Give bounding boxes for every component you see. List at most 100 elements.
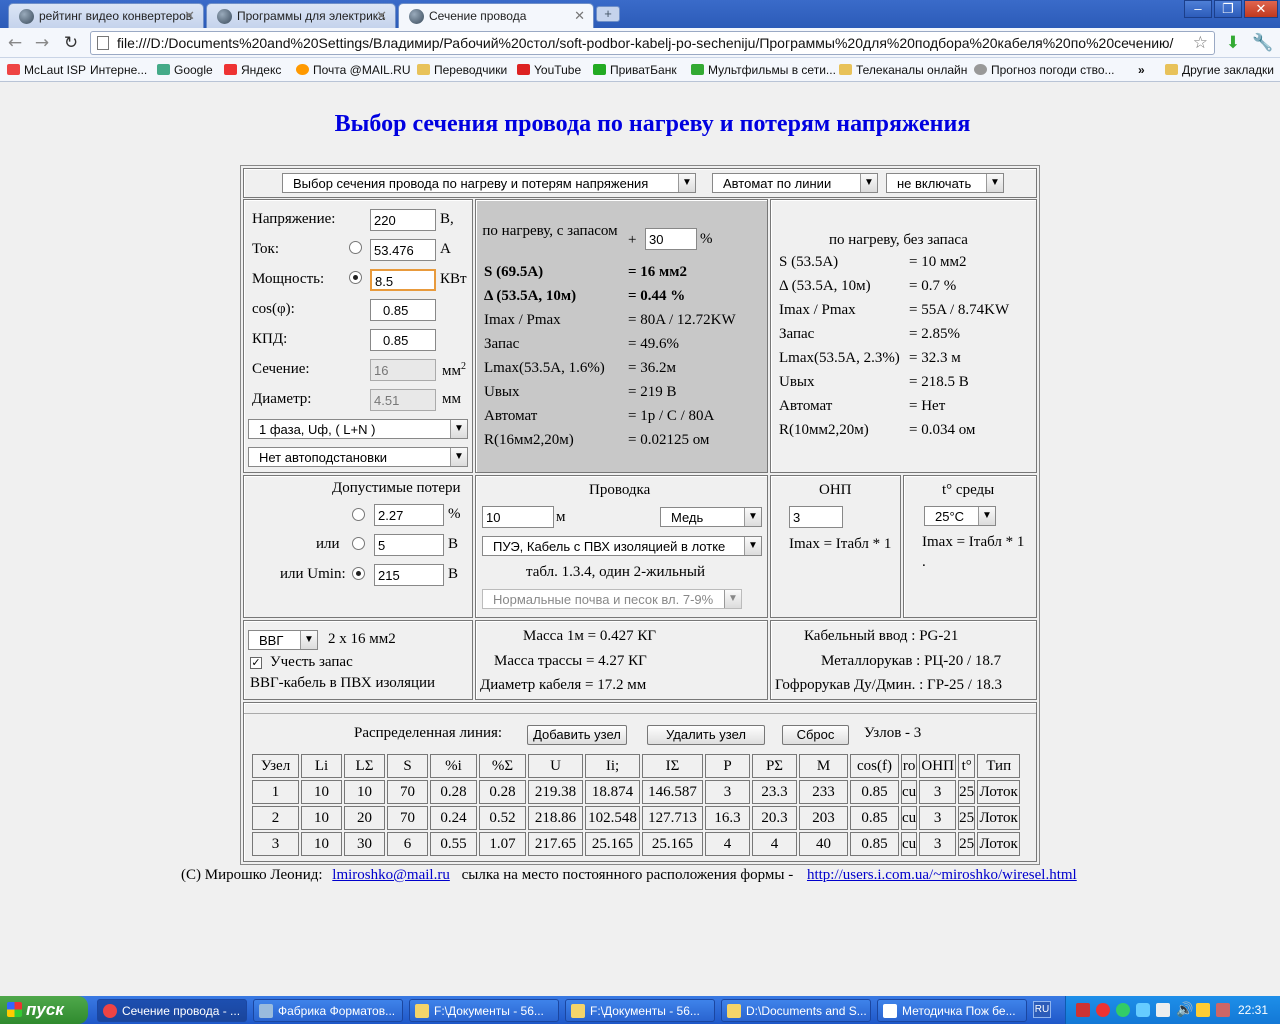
taskbar-item-chrome[interactable]: Сечение провода - ... (97, 999, 247, 1022)
taskbar-item-folder-1[interactable]: F:\Документы - 56... (409, 999, 559, 1022)
material-select[interactable]: Медь ▼ (660, 507, 762, 527)
no_reserve-value: = 32.3 м (909, 350, 961, 366)
wrench-icon[interactable]: 🔧 (1252, 32, 1274, 54)
bookmark-weather[interactable]: Прогноз погоди ство... (974, 63, 1115, 77)
tab-wire-section[interactable]: Сечение провода ✕ (398, 3, 594, 28)
cos-input[interactable]: 0.85 (370, 299, 436, 321)
permanent-url-link[interactable]: http://users.i.com.ua/~miroshko/wiresel.… (807, 867, 1077, 883)
table-cell: 6 (387, 832, 428, 856)
download-arrow-icon[interactable]: ⬇ (1222, 32, 1244, 54)
bookmark-google[interactable]: Google (157, 63, 213, 77)
chevron-down-icon: ▼ (978, 507, 995, 525)
ati-icon[interactable] (1096, 1003, 1110, 1017)
header-pct-i: %i (430, 754, 477, 778)
reload-icon[interactable]: ↻ (60, 32, 82, 54)
voltage-input[interactable]: 220 (370, 209, 436, 231)
page-icon (97, 36, 109, 50)
no_reserve-label: Автомат (779, 398, 833, 414)
remove-node-button[interactable]: Удалить узел (647, 725, 765, 745)
taskbar-item-word[interactable]: Методичка Пож бе... (877, 999, 1027, 1022)
onp-input[interactable]: 3 (789, 506, 843, 528)
nero-icon[interactable] (1216, 1003, 1230, 1017)
forward-arrow-icon[interactable]: → (31, 32, 53, 54)
start-button[interactable]: пуск (0, 996, 88, 1024)
safely-remove-icon[interactable] (1196, 1003, 1210, 1017)
losses-umin-radio[interactable] (352, 567, 365, 580)
bookmarks-overflow-button[interactable]: » (1138, 63, 1145, 77)
losses-volt-radio[interactable] (352, 537, 365, 550)
losses-percent-radio[interactable] (352, 508, 365, 521)
taskbar-item-folder-3[interactable]: D:\Documents and S... (721, 999, 871, 1022)
no_reserve-label: Imax / Pmax (779, 302, 856, 318)
bookmark-youtube[interactable]: YouTube (517, 63, 581, 77)
losses-percent-input[interactable]: 2.27 (374, 504, 444, 526)
table-cell: 2 (252, 806, 299, 830)
antivirus-icon[interactable] (1076, 1003, 1090, 1017)
language-indicator[interactable]: RU (1033, 1001, 1051, 1018)
bookmark-other[interactable]: Другие закладки (1165, 63, 1274, 77)
reset-button[interactable]: Сброс (782, 725, 849, 745)
network-icon[interactable] (1116, 1003, 1130, 1017)
bookmark-privatbank[interactable]: ПриватБанк (593, 63, 677, 77)
ambient-temp-select[interactable]: 25°C ▼ (924, 506, 996, 526)
bookmark-tv[interactable]: Телеканалы онлайн (839, 63, 967, 77)
bookmark-yandex[interactable]: Яндекс (224, 63, 281, 77)
table-cell: 102.548 (585, 806, 640, 830)
taskbar-item-format-factory[interactable]: Фабрика Форматов... (253, 999, 403, 1022)
power-input[interactable]: 8.5 (370, 269, 436, 291)
phase-select[interactable]: 1 фаза, Uф, ( L+N ) ▼ (248, 419, 468, 439)
monitor-icon[interactable] (1156, 1003, 1170, 1017)
new-tab-button[interactable]: + (596, 6, 620, 22)
with_reserve-label: Автомат (484, 408, 538, 424)
address-bar[interactable]: file:///D:/Documents%20and%20Settings/Вл… (90, 31, 1215, 55)
length-input[interactable]: 10 (482, 506, 554, 528)
close-icon[interactable]: ✕ (574, 8, 585, 24)
bookmark-internet[interactable]: Интерне... (90, 63, 147, 77)
author-email-link[interactable]: lmiroshko@mail.ru (332, 867, 450, 883)
google-icon (19, 9, 34, 24)
reserve-percent-input[interactable]: 30 (645, 228, 697, 250)
close-icon[interactable]: ✕ (376, 8, 387, 24)
bookmark-star-icon[interactable]: ☆ (1193, 33, 1208, 53)
table-cell: 3 (705, 780, 750, 804)
bookmark-mclaut[interactable]: McLaut ISP (7, 63, 86, 77)
table-cell: 0.55 (430, 832, 477, 856)
length-unit: м (556, 509, 566, 525)
folder-icon (1165, 64, 1178, 75)
table-cell: 23.3 (752, 780, 797, 804)
table-cell: Лоток (977, 780, 1021, 804)
power-radio[interactable] (349, 271, 362, 284)
maximize-button[interactable]: ❐ (1214, 0, 1242, 18)
minimize-button[interactable]: – (1184, 0, 1212, 18)
table-cell: 0.28 (430, 780, 477, 804)
breaker-select[interactable]: Автомат по линии ▼ (712, 173, 878, 193)
no_reserve-value: = 218.5 В (909, 374, 969, 390)
current-input[interactable]: 53.476 (370, 239, 436, 261)
reserve-checkbox[interactable]: ✓ (250, 657, 262, 669)
auto-substitution-select[interactable]: Нет автоподстановки ▼ (248, 447, 468, 467)
close-icon[interactable]: ✕ (184, 8, 195, 24)
add-node-button[interactable]: Добавить узел (527, 725, 627, 745)
kpd-input[interactable]: 0.85 (370, 329, 436, 351)
bookmark-translators[interactable]: Переводчики (417, 63, 507, 77)
mode-select[interactable]: Выбор сечения провода по нагреву и потер… (282, 173, 696, 193)
bookmark-cartoons[interactable]: Мультфильмы в сети... (691, 63, 836, 77)
current-radio[interactable] (349, 241, 362, 254)
installation-method-select[interactable]: ПУЭ, Кабель с ПВХ изоляцией в лотке ▼ (482, 536, 762, 556)
header-temp: t° (958, 754, 976, 778)
skype-icon[interactable] (1136, 1003, 1150, 1017)
include-select[interactable]: не включать ▼ (886, 173, 1004, 193)
window-close-button[interactable]: ✕ (1244, 0, 1278, 18)
bookmark-mail[interactable]: Почта @MAIL.RU (296, 63, 411, 77)
tab-electrician-programs[interactable]: Программы для электрика ✕ (206, 3, 396, 28)
taskbar: пуск Сечение провода - ... Фабрика Форма… (0, 996, 1280, 1024)
volume-icon[interactable]: 🔊 (1176, 1001, 1193, 1018)
tab-video-converters[interactable]: рейтинг видео конвертеров ✕ (8, 3, 204, 28)
back-arrow-icon[interactable]: ← (4, 32, 26, 54)
cable-type-select[interactable]: ВВГ ▼ (248, 630, 318, 650)
table-cell: Лоток (977, 832, 1021, 856)
losses-volt-input[interactable]: 5 (374, 534, 444, 556)
taskbar-item-folder-2[interactable]: F:\Документы - 56... (565, 999, 715, 1022)
losses-umin-input[interactable]: 215 (374, 564, 444, 586)
mass-per-meter: Масса 1м = 0.427 КГ (523, 628, 657, 644)
